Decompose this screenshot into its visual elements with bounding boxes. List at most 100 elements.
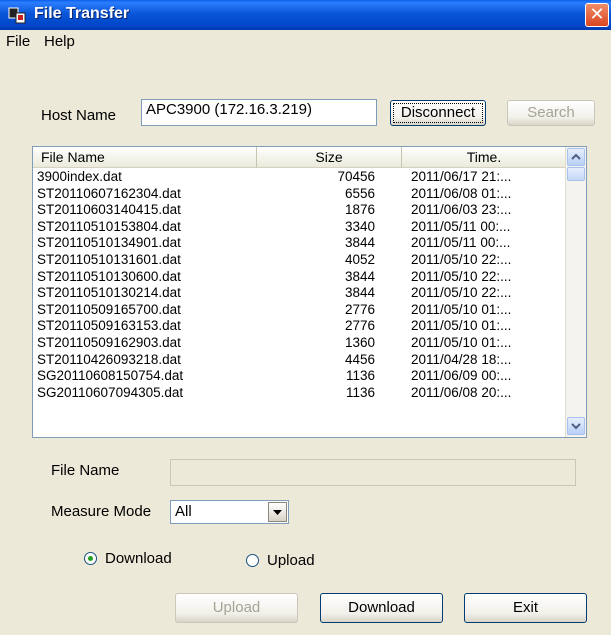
time-cell: 2011/06/08 20:... [411, 384, 512, 400]
file-list-rows: 3900index.dat 70456 2011/06/17 21:... ST201… [33, 169, 567, 401]
column-size[interactable]: Size [257, 147, 402, 168]
table-row[interactable]: ST20110607162304.dat 6556 2011/06/08 01:..… [33, 186, 567, 203]
table-row[interactable]: ST20110509165700.dat 2776 2011/05/10 01:..… [33, 302, 567, 319]
time-cell: 2011/06/17 21:... [411, 169, 512, 184]
exit-button[interactable]: Exit [464, 593, 587, 623]
table-row[interactable]: SG20110608150754.dat 1136 2011/06/09 00:..… [33, 368, 567, 385]
file-name-cell: 3900index.dat [37, 169, 122, 184]
time-cell: 2011/05/10 01:... [411, 334, 512, 350]
time-cell: 2011/04/28 18:... [411, 351, 512, 367]
dropdown-button[interactable] [268, 502, 287, 522]
file-name-cell: ST20110509162903.dat [37, 334, 181, 350]
vertical-scrollbar[interactable] [565, 147, 586, 437]
close-icon: ✕ [589, 4, 605, 24]
column-size-label: Size [315, 149, 343, 165]
measure-mode-select[interactable]: All [170, 500, 289, 524]
size-cell: 2776 [344, 318, 375, 334]
table-row[interactable]: 3900index.dat 70456 2011/06/17 21:... [33, 169, 567, 186]
menu-bar: File Help [0, 30, 611, 54]
measure-mode-value: All [175, 503, 192, 520]
size-cell: 1876 [344, 202, 375, 218]
upload-button-label: Upload [212, 599, 261, 616]
file-name-label: File Name [51, 462, 120, 479]
size-cell: 4456 [344, 351, 375, 367]
time-cell: 2011/05/11 00:... [411, 235, 511, 251]
upload-radio-label: Upload [267, 552, 315, 569]
chevron-down-icon [571, 423, 581, 430]
file-name-cell: ST20110510130600.dat [37, 268, 181, 284]
size-cell: 6556 [344, 185, 375, 201]
dropdown-arrow-icon [273, 510, 282, 515]
download-button-label: Download [348, 599, 415, 616]
upload-button[interactable]: Upload [175, 593, 298, 623]
column-time[interactable]: Time. [402, 147, 567, 168]
file-name-cell: ST20110426093218.dat [37, 351, 181, 367]
table-row[interactable]: ST20110509163153.dat 2776 2011/05/10 01:..… [33, 318, 567, 335]
upload-radio-indicator[interactable] [246, 554, 259, 567]
time-cell: 2011/05/11 00:... [411, 218, 511, 234]
file-name-cell: ST20110510131601.dat [37, 251, 181, 267]
size-cell: 3844 [344, 268, 375, 284]
file-transfer-window: File Transfer ✕ File Help Host Name APC3… [0, 0, 611, 635]
file-name-cell: SG20110608150754.dat [37, 368, 184, 384]
time-cell: 2011/06/08 01:... [411, 185, 512, 201]
file-list-header: File Name Size Time. [33, 147, 567, 168]
time-cell: 2011/05/10 22:... [411, 268, 512, 284]
host-name-value: APC3900 (172.16.3.219) [146, 101, 312, 118]
file-name-cell: ST20110607162304.dat [37, 185, 181, 201]
file-name-input[interactable] [170, 459, 576, 486]
exit-button-label: Exit [512, 599, 538, 616]
upload-radio[interactable]: Upload [246, 552, 336, 570]
size-cell: 1136 [345, 368, 375, 384]
disconnect-button[interactable]: Disconnect [390, 100, 486, 126]
download-radio-indicator[interactable] [84, 552, 97, 565]
measure-mode-label: Measure Mode [51, 503, 152, 520]
file-name-cell: ST20110603140415.dat [37, 202, 181, 218]
size-cell: 3844 [344, 235, 375, 251]
size-cell: 3340 [344, 218, 375, 234]
search-button[interactable]: Search [507, 100, 595, 126]
table-row[interactable]: ST20110426093218.dat 4456 2011/04/28 18:..… [33, 352, 567, 369]
table-row[interactable]: ST20110603140415.dat 1876 2011/06/03 23:..… [33, 202, 567, 219]
column-file-name[interactable]: File Name [33, 147, 257, 168]
menu-file[interactable]: File [6, 33, 30, 50]
file-list[interactable]: File Name Size Time. 3900index.dat 70456 2… [32, 146, 587, 438]
table-row[interactable]: ST20110510134901.dat 3844 2011/05/11 00:..… [33, 235, 567, 252]
file-name-cell: SG20110607094305.dat [37, 384, 184, 400]
file-name-cell: ST20110509165700.dat [37, 301, 181, 317]
size-cell: 70456 [337, 169, 375, 184]
column-file-name-label: File Name [41, 149, 105, 165]
search-button-label: Search [527, 104, 575, 121]
scroll-up-button[interactable] [567, 148, 585, 166]
menu-help[interactable]: Help [44, 33, 75, 50]
file-name-cell: ST20110509163153.dat [37, 318, 181, 334]
table-row[interactable]: ST20110510130600.dat 3844 2011/05/10 22:..… [33, 269, 567, 286]
column-time-label: Time. [466, 149, 502, 165]
host-name-label: Host Name [41, 107, 117, 124]
focus-indicator [393, 103, 483, 123]
download-radio-label: Download [105, 550, 172, 567]
table-row[interactable]: ST20110509162903.dat 1360 2011/05/10 01:..… [33, 335, 567, 352]
size-cell: 3844 [344, 285, 375, 301]
table-row[interactable]: ST20110510130214.dat 3844 2011/05/10 22:..… [33, 285, 567, 302]
table-row[interactable]: ST20110510131601.dat 4052 2011/05/10 22:..… [33, 252, 567, 269]
close-button[interactable]: ✕ [585, 3, 609, 27]
host-name-input[interactable]: APC3900 (172.16.3.219) [141, 99, 377, 126]
table-row[interactable]: SG20110607094305.dat 1136 2011/06/08 20:..… [33, 385, 567, 402]
time-cell: 2011/05/10 22:... [411, 285, 512, 301]
file-name-cell: ST20110510134901.dat [37, 235, 181, 251]
time-cell: 2011/05/10 01:... [411, 318, 512, 334]
file-name-cell: ST20110510130214.dat [37, 285, 181, 301]
time-cell: 2011/06/03 23:... [411, 202, 512, 218]
size-cell: 1136 [345, 384, 375, 400]
size-cell: 4052 [344, 251, 375, 267]
time-cell: 2011/06/09 00:... [411, 368, 512, 384]
size-cell: 1360 [344, 334, 375, 350]
table-row[interactable]: ST20110510153804.dat 3340 2011/05/11 00:..… [33, 219, 567, 236]
download-button[interactable]: Download [320, 593, 443, 623]
download-radio[interactable]: Download [84, 550, 194, 568]
title-bar[interactable]: File Transfer ✕ [0, 0, 611, 30]
scroll-thumb[interactable] [567, 167, 585, 181]
size-cell: 2776 [344, 301, 375, 317]
scroll-down-button[interactable] [567, 417, 585, 435]
